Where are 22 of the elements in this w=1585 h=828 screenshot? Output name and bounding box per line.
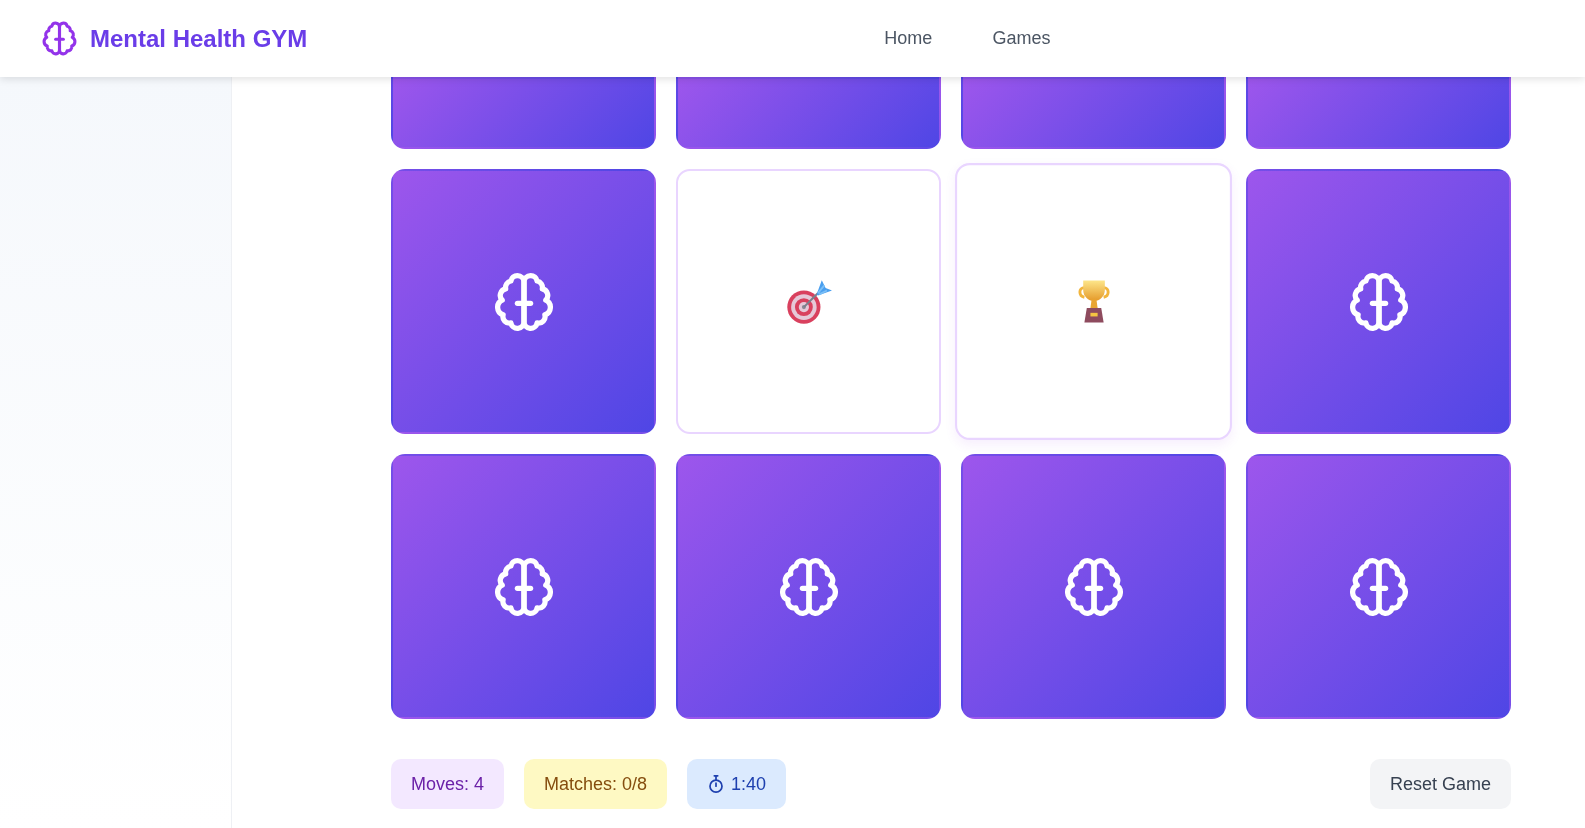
nav-link[interactable]: Games: [962, 25, 1081, 52]
nav-link[interactable]: Home: [854, 25, 963, 52]
matches-counter: Matches: 0/8: [524, 759, 668, 809]
stopwatch-icon: [707, 775, 726, 793]
reset-game-button[interactable]: Reset Game: [1369, 759, 1511, 809]
brain-icon: [1349, 272, 1408, 331]
memory-card[interactable]: [391, 169, 656, 434]
target-icon: [785, 278, 832, 325]
memory-card[interactable]: [391, 454, 656, 719]
memory-card[interactable]: [961, 454, 1226, 719]
memory-card[interactable]: [1246, 169, 1511, 434]
memory-card[interactable]: [1246, 454, 1511, 719]
timer-text: 1:40: [731, 772, 767, 796]
brain-icon: [494, 272, 553, 331]
brand-title[interactable]: Mental Health GYM: [90, 20, 308, 57]
moves-counter: Moves: 4: [391, 759, 505, 809]
brain-icon: [1064, 557, 1123, 616]
brain-icon: [1349, 557, 1408, 616]
memory-card[interactable]: [676, 454, 941, 719]
brain-logo-icon: [41, 20, 78, 57]
brain-icon: [779, 557, 838, 616]
brain-icon: [494, 557, 553, 616]
